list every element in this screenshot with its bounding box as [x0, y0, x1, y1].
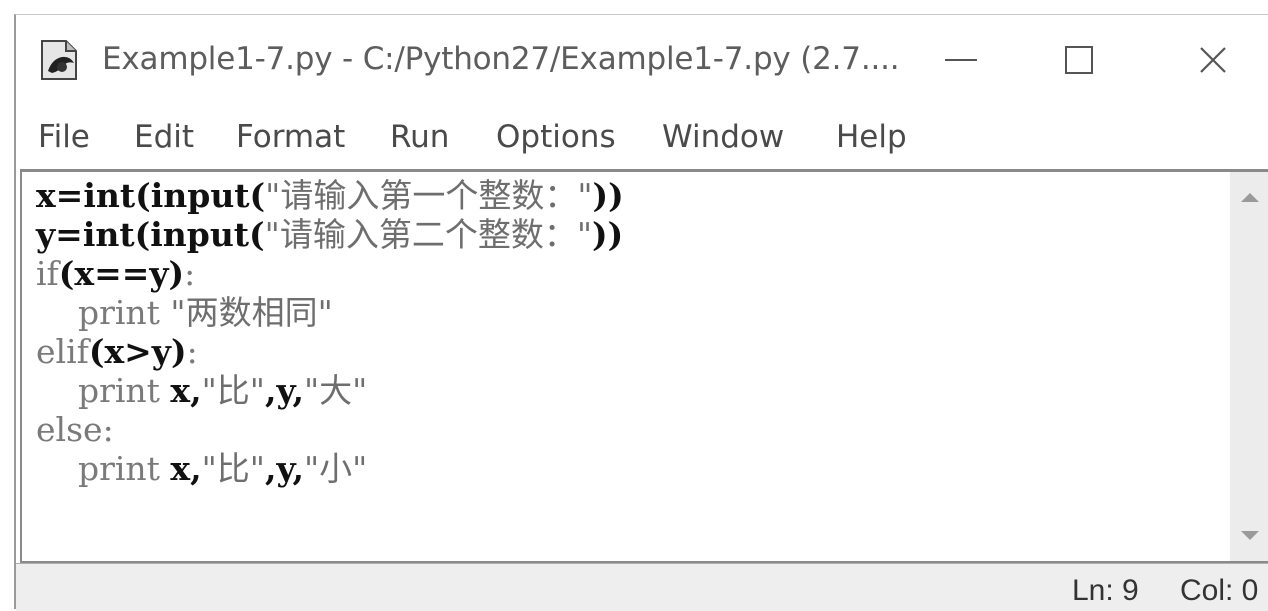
- code-token: if: [36, 254, 59, 293]
- code-line[interactable]: print x,"比",y,"大": [36, 371, 624, 410]
- code-token: y=int(input(: [36, 215, 265, 254]
- menu-options[interactable]: Options: [496, 119, 616, 155]
- scroll-down-button[interactable]: [1236, 517, 1264, 555]
- vertical-scrollbar[interactable]: [1230, 169, 1268, 563]
- code-token: x,: [170, 449, 202, 488]
- menu-file[interactable]: File: [38, 119, 90, 155]
- code-line[interactable]: print x,"比",y,"小": [36, 449, 624, 488]
- maximize-button[interactable]: [1044, 33, 1114, 87]
- window-title: Example1-7.py - C:/Python27/Example1-7.p…: [102, 41, 900, 77]
- menu-help[interactable]: Help: [836, 119, 907, 155]
- code-token: x,: [170, 371, 202, 410]
- status-line-number: Ln: 9: [1072, 574, 1139, 607]
- python-file-icon: [38, 37, 84, 83]
- scroll-down-arrow-icon: [1241, 531, 1259, 540]
- code-token: print: [36, 371, 171, 410]
- code-line[interactable]: print "两数相同": [36, 293, 624, 332]
- code-token: (x>y): [88, 332, 187, 371]
- scroll-up-button[interactable]: [1236, 178, 1264, 216]
- code-token: "比": [201, 371, 265, 410]
- code-token: "大": [303, 371, 368, 410]
- code-line[interactable]: else:: [36, 410, 624, 449]
- close-button[interactable]: [1178, 33, 1248, 87]
- code-token: ,y,: [264, 371, 304, 410]
- code-token: "比": [201, 449, 265, 488]
- code-token: "请输入第二个整数：": [264, 215, 593, 254]
- scroll-up-arrow-icon: [1241, 193, 1259, 202]
- title-bar[interactable]: Example1-7.py - C:/Python27/Example1-7.p…: [16, 15, 1268, 107]
- code-token: (x==y): [58, 254, 185, 293]
- code-line[interactable]: elif(x>y):: [36, 332, 624, 371]
- code-token: ,y,: [264, 449, 304, 488]
- code-token: :: [102, 410, 114, 449]
- code-line[interactable]: y=int(input("请输入第二个整数：")): [36, 215, 624, 254]
- menu-run[interactable]: Run: [390, 119, 449, 155]
- code-token: "请输入第一个整数：": [265, 176, 593, 215]
- code-token: print: [36, 293, 171, 332]
- menu-bar: File Edit Format Run Options Window Help: [16, 111, 1268, 167]
- code-token: "两数相同": [170, 293, 333, 332]
- close-icon: [1200, 47, 1226, 73]
- minimize-button[interactable]: [926, 33, 996, 87]
- minimize-icon: [945, 59, 977, 61]
- code-text[interactable]: x=int(input("请输入第一个整数：")) y=int(input("请输…: [36, 176, 624, 488]
- code-token: "小": [303, 449, 368, 488]
- code-token: x=int(input(: [36, 176, 266, 215]
- menu-edit[interactable]: Edit: [134, 119, 194, 155]
- code-token: )): [592, 215, 624, 254]
- code-token: elif: [36, 332, 89, 371]
- code-token: else: [36, 410, 103, 449]
- code-token: )): [592, 176, 624, 215]
- menu-window[interactable]: Window: [662, 119, 784, 155]
- code-token: :: [184, 254, 196, 293]
- code-token: :: [186, 332, 198, 371]
- maximize-icon: [1065, 46, 1093, 74]
- code-token: print: [36, 449, 171, 488]
- status-bar: Ln: 9 Col: 0: [16, 563, 1268, 611]
- idle-editor-window: Example1-7.py - C:/Python27/Example1-7.p…: [14, 14, 1268, 611]
- code-editor[interactable]: x=int(input("请输入第一个整数：")) y=int(input("请输…: [20, 169, 1230, 563]
- menu-format[interactable]: Format: [236, 119, 345, 155]
- code-line[interactable]: x=int(input("请输入第一个整数：")): [36, 176, 624, 215]
- status-column-number: Col: 0: [1180, 574, 1259, 607]
- code-line[interactable]: if(x==y):: [36, 254, 624, 293]
